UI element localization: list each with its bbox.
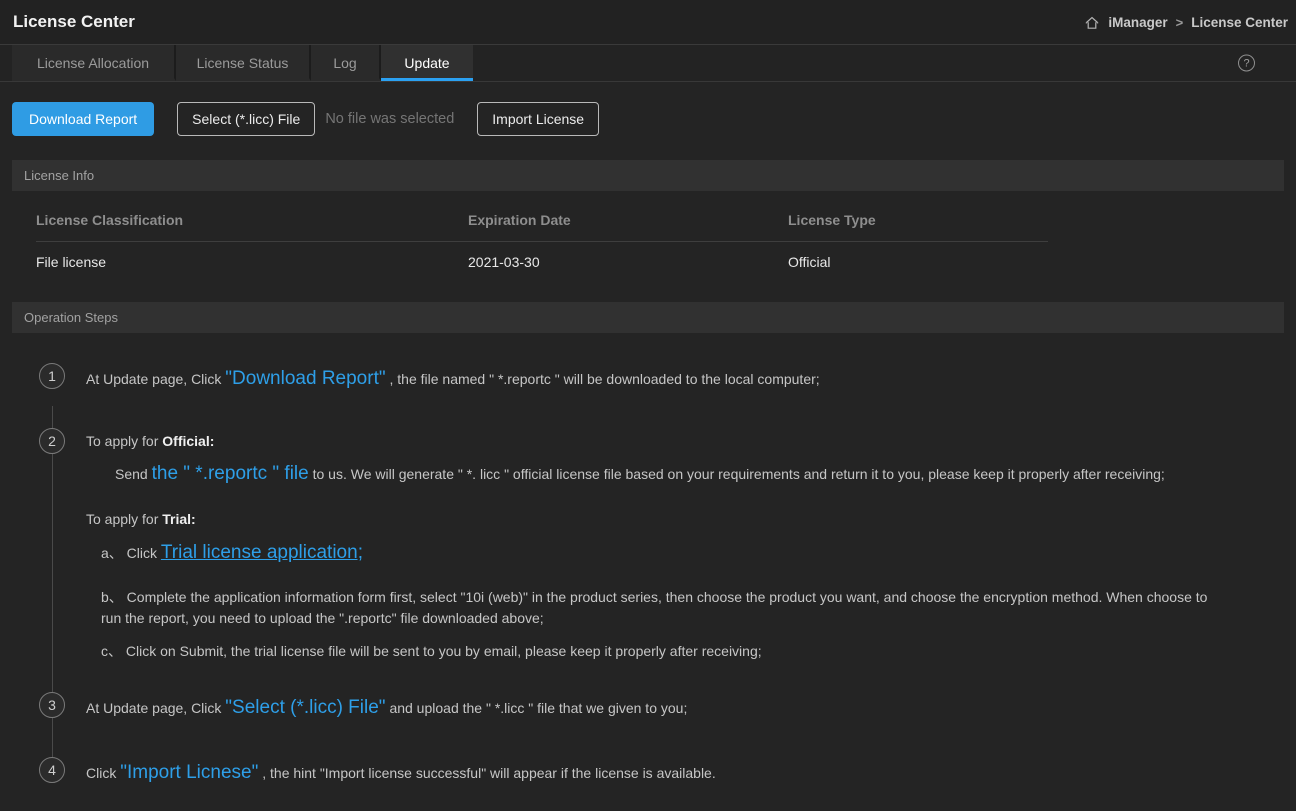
step-3: 3 At Update page, Click "Select (*.licc)… [12,692,1284,721]
step-2-item-b: b、 Complete the application information … [101,587,1228,629]
step-4-number: 4 [39,757,65,783]
tab-bar: License Allocation License Status Log Up… [0,45,1296,82]
step-2-item-c: c、 Click on Submit, the trial license fi… [101,641,1228,662]
home-icon[interactable] [1084,15,1100,31]
col-license-type: License Type [788,212,1048,228]
import-license-emphasis: "Import Licnese" [120,762,258,783]
select-licc-file-emphasis: "Select (*.licc) File" [225,697,385,718]
breadcrumb-imanager[interactable]: iManager [1108,15,1167,30]
step-2-trial-label: To apply for Trial: [86,509,1228,530]
cell-expiration-date: 2021-03-30 [468,254,788,270]
no-file-selected-text: No file was selected [325,111,454,127]
step-1-number: 1 [39,363,65,389]
step-1: 1 At Update page, Click "Download Report… [12,363,1284,392]
reportc-file-emphasis: the " *.reportc " file [152,463,309,484]
step-4: 4 Click "Import Licnese" , the hint "Imp… [12,757,1284,786]
table-row: File license 2021-03-30 Official [36,242,1048,284]
tab-license-allocation[interactable]: License Allocation [12,45,176,81]
download-report-button[interactable]: Download Report [12,102,154,136]
step-2-item-a: a、 Click Trial license application; [101,539,1228,567]
help-icon[interactable]: ? [1238,55,1255,72]
col-expiration-date: Expiration Date [468,212,788,228]
license-info-title: License Info [24,168,94,183]
import-license-button[interactable]: Import License [477,102,599,136]
license-info-table: License Classification Expiration Date L… [36,191,1048,284]
step-4-text: Click "Import Licnese" , the hint "Impor… [86,760,1228,786]
step-3-text: At Update page, Click "Select (*.licc) F… [86,695,1228,721]
cell-license-type: Official [788,254,1048,270]
step-1-text: At Update page, Click "Download Report" … [86,366,1228,392]
operation-steps-title: Operation Steps [24,310,118,325]
operation-steps-list: 1 At Update page, Click "Download Report… [0,363,1296,810]
select-licc-file-button[interactable]: Select (*.licc) File [177,102,315,136]
tab-log[interactable]: Log [311,45,381,81]
update-toolbar: Download Report Select (*.licc) File No … [12,102,1284,136]
download-report-emphasis: "Download Report" [225,368,385,389]
breadcrumb-separator-icon: > [1176,15,1184,30]
table-header-row: License Classification Expiration Date L… [36,191,1048,242]
col-license-classification: License Classification [36,212,468,228]
license-info-section-header: License Info [12,160,1284,191]
step-2: 2 To apply for Official: Send the " *.re… [12,428,1284,662]
breadcrumb: iManager > License Center [1084,13,1288,31]
step-2-number: 2 [39,428,65,454]
trial-license-application-link[interactable]: Trial license application; [161,542,363,563]
tab-license-status[interactable]: License Status [176,45,311,81]
operation-steps-section-header: Operation Steps [12,302,1284,333]
title-bar: License Center iManager > License Center [0,0,1296,45]
step-3-number: 3 [39,692,65,718]
breadcrumb-license-center[interactable]: License Center [1191,15,1288,30]
step-2-send-line: Send the " *.reportc " file to us. We wi… [115,461,1228,487]
step-2-official-label: To apply for Official: [86,431,1228,452]
tab-update[interactable]: Update [381,45,473,81]
page-title: License Center [13,12,135,32]
cell-license-classification: File license [36,254,468,270]
